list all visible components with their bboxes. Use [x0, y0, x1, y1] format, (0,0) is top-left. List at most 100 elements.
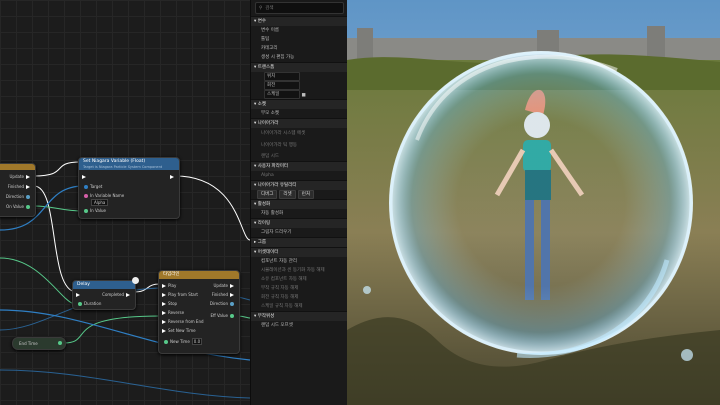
pin-update[interactable]: Update	[10, 174, 33, 179]
end-time-pin[interactable]	[58, 341, 62, 345]
row-random-seed-offset[interactable]: 랜덤 시드 오프셋	[251, 321, 348, 330]
rotation-dropdown[interactable]: 회전	[264, 81, 300, 90]
pin-duration[interactable]: Duration	[76, 301, 101, 306]
blueprint-graph[interactable]: Update Finished Direction On Value Set N…	[0, 0, 250, 405]
row-location[interactable]: 위치	[251, 72, 348, 81]
pin-completed[interactable]: Completed	[102, 292, 132, 297]
pin-out-direction[interactable]: Direction	[210, 301, 236, 306]
row-instance-editable[interactable]: 생성 시 편집 가능	[251, 53, 348, 62]
row-alpha[interactable]: Alpha	[251, 171, 348, 180]
row-u2[interactable]: 소유 컴포넌트 자동 해제	[251, 275, 348, 284]
row-category[interactable]: 카테고리	[251, 44, 348, 53]
section-socket-label: 소켓	[257, 102, 266, 107]
partial-node-header	[0, 164, 35, 170]
pin-out-value[interactable]: Eff Value	[210, 313, 236, 318]
end-time-node[interactable]: End Time	[12, 337, 66, 350]
section-transform[interactable]: ▾ 트랜스폼	[251, 62, 348, 72]
timeline-node-partial[interactable]: Update Finished Direction On Value	[0, 163, 36, 217]
section-lighting[interactable]: ▾ 라이팅	[251, 218, 348, 228]
viewport-scene	[347, 0, 720, 405]
section-user-params[interactable]: ▾ 사용자 파라미터	[251, 161, 348, 171]
row-scale[interactable]: 스케일 ■	[251, 90, 348, 99]
pin-reverse-from-end[interactable]: Reverse from End	[162, 319, 204, 324]
section-group[interactable]: ▸ 그룹	[251, 237, 348, 247]
pin-out-update[interactable]: Update	[214, 283, 237, 288]
details-search[interactable]: ⚲ 검색	[255, 2, 344, 14]
pin-in-variable-name[interactable]: In Variable Name	[82, 193, 124, 198]
section-niagara-util[interactable]: ▾ 나이아가라 유틸리티	[251, 180, 348, 190]
row-auto-manage[interactable]: 컴포넌트 자동 관리	[251, 257, 348, 266]
row-niagara-tick-behavior[interactable]: 나이아가라 틱 행동	[251, 140, 348, 152]
row-rotation[interactable]: 회전	[251, 81, 348, 90]
game-viewport[interactable]	[347, 0, 720, 405]
section-randomness-label: 무작위성	[257, 314, 275, 319]
variable-name-field[interactable]: Alpha	[91, 199, 109, 206]
pin-new-time-label: New Time	[170, 339, 190, 344]
delay-title: Delay	[77, 282, 90, 287]
pin-reverse[interactable]: Reverse	[162, 310, 184, 315]
pin-target[interactable]: Target	[82, 184, 102, 189]
row-u1[interactable]: 시뮬레이션과 씬 동기화 자동 해제	[251, 266, 348, 275]
debug-button[interactable]: 디버그	[257, 190, 278, 199]
section-socket[interactable]: ▾ 소켓	[251, 99, 348, 109]
rotation-label: 회전	[267, 83, 276, 88]
reset-button[interactable]: 리셋	[279, 190, 296, 199]
section-activation-label: 활성화	[257, 202, 271, 207]
lock-icon[interactable]: ■	[301, 93, 305, 98]
pin-target-label: Target	[90, 184, 103, 189]
section-niagara[interactable]: ▾ 나이아가라	[251, 118, 348, 128]
pin-in-value[interactable]: In Value	[82, 208, 106, 213]
pin-out-finished[interactable]: Finished	[212, 292, 236, 297]
row-parent-socket[interactable]: 부모 소켓	[251, 109, 348, 118]
row-u5[interactable]: 스케일 규칙 자동 해제	[251, 302, 348, 311]
pin-stop[interactable]: Stop	[162, 301, 177, 306]
row-var-name[interactable]: 변수 이름	[251, 26, 348, 35]
pin-play-label: Play	[168, 283, 177, 288]
pin-set-new-time[interactable]: Set New Time	[162, 328, 196, 333]
pin-new-time[interactable]: New Time 0.0	[162, 338, 203, 345]
pin-play[interactable]: Play	[162, 283, 176, 288]
launcher-button[interactable]: 런처	[297, 190, 314, 199]
row-u3[interactable]: 부착 규칙 자동 해제	[251, 284, 348, 293]
row-auto-activate[interactable]: 자동 활성화	[251, 209, 348, 218]
location-dropdown[interactable]: 위치	[264, 72, 300, 81]
section-asset-data[interactable]: ▾ 어셋데이터	[251, 247, 348, 257]
row-u4[interactable]: 회전 규칙 자동 해제	[251, 293, 348, 302]
row-cast-shadow[interactable]: 그림자 드리우기	[251, 228, 348, 237]
row-seed[interactable]: 랜덤 시드	[251, 152, 348, 161]
section-activation[interactable]: ▾ 활성화	[251, 199, 348, 209]
delay-header: Delay	[73, 281, 135, 289]
pin-value[interactable]: On Value	[6, 204, 32, 209]
set-var-header: Set Niagara Variable (Float) Target is N…	[79, 158, 179, 170]
row-niagara-system-asset[interactable]: 나이아가라 시스템 에셋	[251, 128, 348, 140]
pin-direction-label: Direction	[5, 194, 24, 199]
pin-play-from-start[interactable]: Play from Start	[162, 292, 198, 297]
section-variable[interactable]: ▾ 변수	[251, 16, 348, 26]
pin-value-label: On Value	[6, 204, 24, 209]
pin-finished[interactable]: Finished	[8, 184, 32, 189]
scale-label: 스케일	[267, 92, 280, 97]
pin-finished-label: Finished	[7, 184, 24, 189]
delay-node[interactable]: Delay Completed Duration	[72, 277, 139, 310]
set-niagara-variable-node[interactable]: Set Niagara Variable (Float) Target is N…	[78, 157, 180, 219]
set-var-exec-out[interactable]	[170, 174, 176, 179]
delay-exec-in[interactable]	[76, 292, 82, 297]
scale-dropdown[interactable]: 스케일	[264, 90, 300, 99]
row-tooltip[interactable]: 툴팁	[251, 35, 348, 44]
section-lighting-label: 라이팅	[257, 221, 271, 226]
new-time-field[interactable]: 0.0	[191, 338, 203, 345]
pin-reverse-label: Reverse	[168, 310, 185, 315]
pin-in-variable-name-label: In Variable Name	[90, 193, 125, 198]
section-randomness[interactable]: ▾ 무작위성	[251, 311, 348, 321]
pin-direction[interactable]: Direction	[6, 194, 32, 199]
pin-out-direction-label: Direction	[209, 301, 228, 306]
section-transform-label: 트랜스폼	[257, 65, 275, 70]
pin-in-value-label: In Value	[90, 208, 106, 213]
pin-stop-label: Stop	[168, 301, 178, 306]
end-time-text: End Time	[19, 341, 38, 346]
set-var-exec-in[interactable]	[82, 174, 88, 179]
pin-out-update-label: Update	[213, 283, 229, 288]
end-time-label: End Time	[19, 341, 38, 346]
timeline-node[interactable]: 타임라인 Play Play from Start Stop Reverse R…	[158, 270, 240, 354]
section-group-label: 그룹	[257, 240, 266, 245]
